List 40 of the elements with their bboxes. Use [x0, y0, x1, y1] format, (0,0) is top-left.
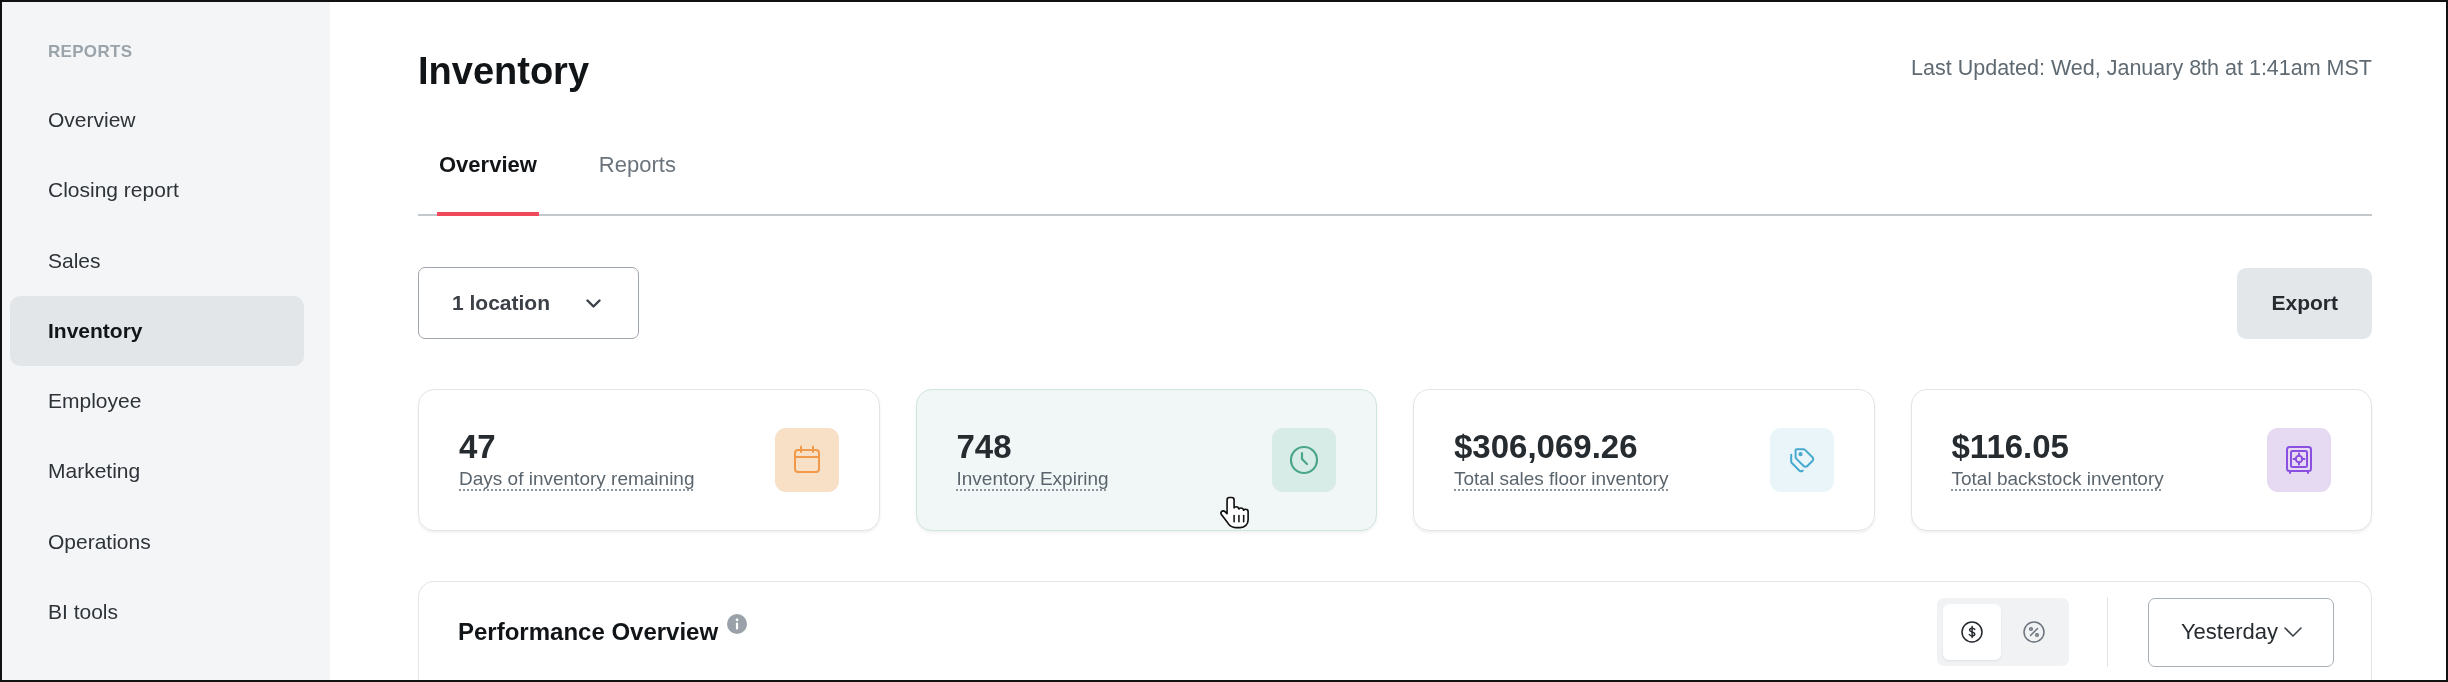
sidebar-item[interactable]: Employee — [10, 366, 304, 437]
metric-value: 47 — [459, 428, 497, 466]
sidebar-item[interactable]: BI tools — [10, 577, 304, 648]
hand-cursor-icon — [1218, 496, 1250, 529]
tab[interactable]: Reports — [596, 130, 678, 216]
location-dropdown[interactable]: 1 location — [418, 267, 640, 339]
dollar-circle-icon — [1960, 621, 1983, 643]
export-button[interactable]: Export — [2237, 267, 2372, 339]
sidebar-heading: REPORTS — [47, 41, 134, 63]
metric-value: 748 — [956, 428, 1013, 466]
panel-title: Performance Overview — [458, 617, 719, 647]
percent-circle-icon — [2022, 621, 2045, 643]
tab[interactable]: Overview — [437, 130, 539, 216]
metric-label: Days of inventory remaining — [459, 467, 695, 491]
clock-icon — [1272, 428, 1336, 492]
metric-card[interactable]: 748 Inventory Expiring — [915, 389, 1377, 531]
metric-card[interactable]: 47 Days of inventory remaining — [418, 389, 880, 531]
metric-label: Total sales floor inventory — [1454, 467, 1669, 491]
chevron-down-icon — [2284, 627, 2302, 637]
sidebar-item[interactable]: Closing report — [10, 155, 304, 226]
period-dropdown[interactable]: Yesterday — [2147, 597, 2334, 667]
sidebar-item[interactable]: Operations — [10, 506, 304, 578]
view-toggle-option[interactable] — [1942, 604, 2001, 660]
metric-card[interactable]: $306,069.26 Total sales floor inventory — [1413, 389, 1875, 531]
calendar-icon — [774, 428, 839, 492]
sidebar-item[interactable]: Inventory — [10, 295, 304, 367]
sidebar-item[interactable]: Overview — [10, 85, 304, 156]
sidebar-item[interactable]: Sales — [10, 225, 304, 296]
metric-label: Total backstock inventory — [1951, 467, 2164, 491]
metric-value: $116.05 — [1951, 428, 2070, 466]
metric-label: Inventory Expiring — [956, 467, 1109, 491]
metric-value: $306,069.26 — [1454, 428, 1639, 466]
last-updated-text: Last Updated: Wed, January 8th at 1:41am MST — [1911, 55, 2372, 82]
safe-icon — [2267, 428, 2331, 492]
page-title: Inventory — [418, 49, 590, 94]
tags-icon — [1769, 428, 1834, 492]
metric-card[interactable]: $116.05 Total backstock inventory — [1910, 389, 2372, 531]
sidebar-item[interactable]: Marketing — [10, 436, 304, 507]
chevron-down-icon — [586, 298, 602, 308]
info-icon[interactable] — [727, 614, 748, 634]
